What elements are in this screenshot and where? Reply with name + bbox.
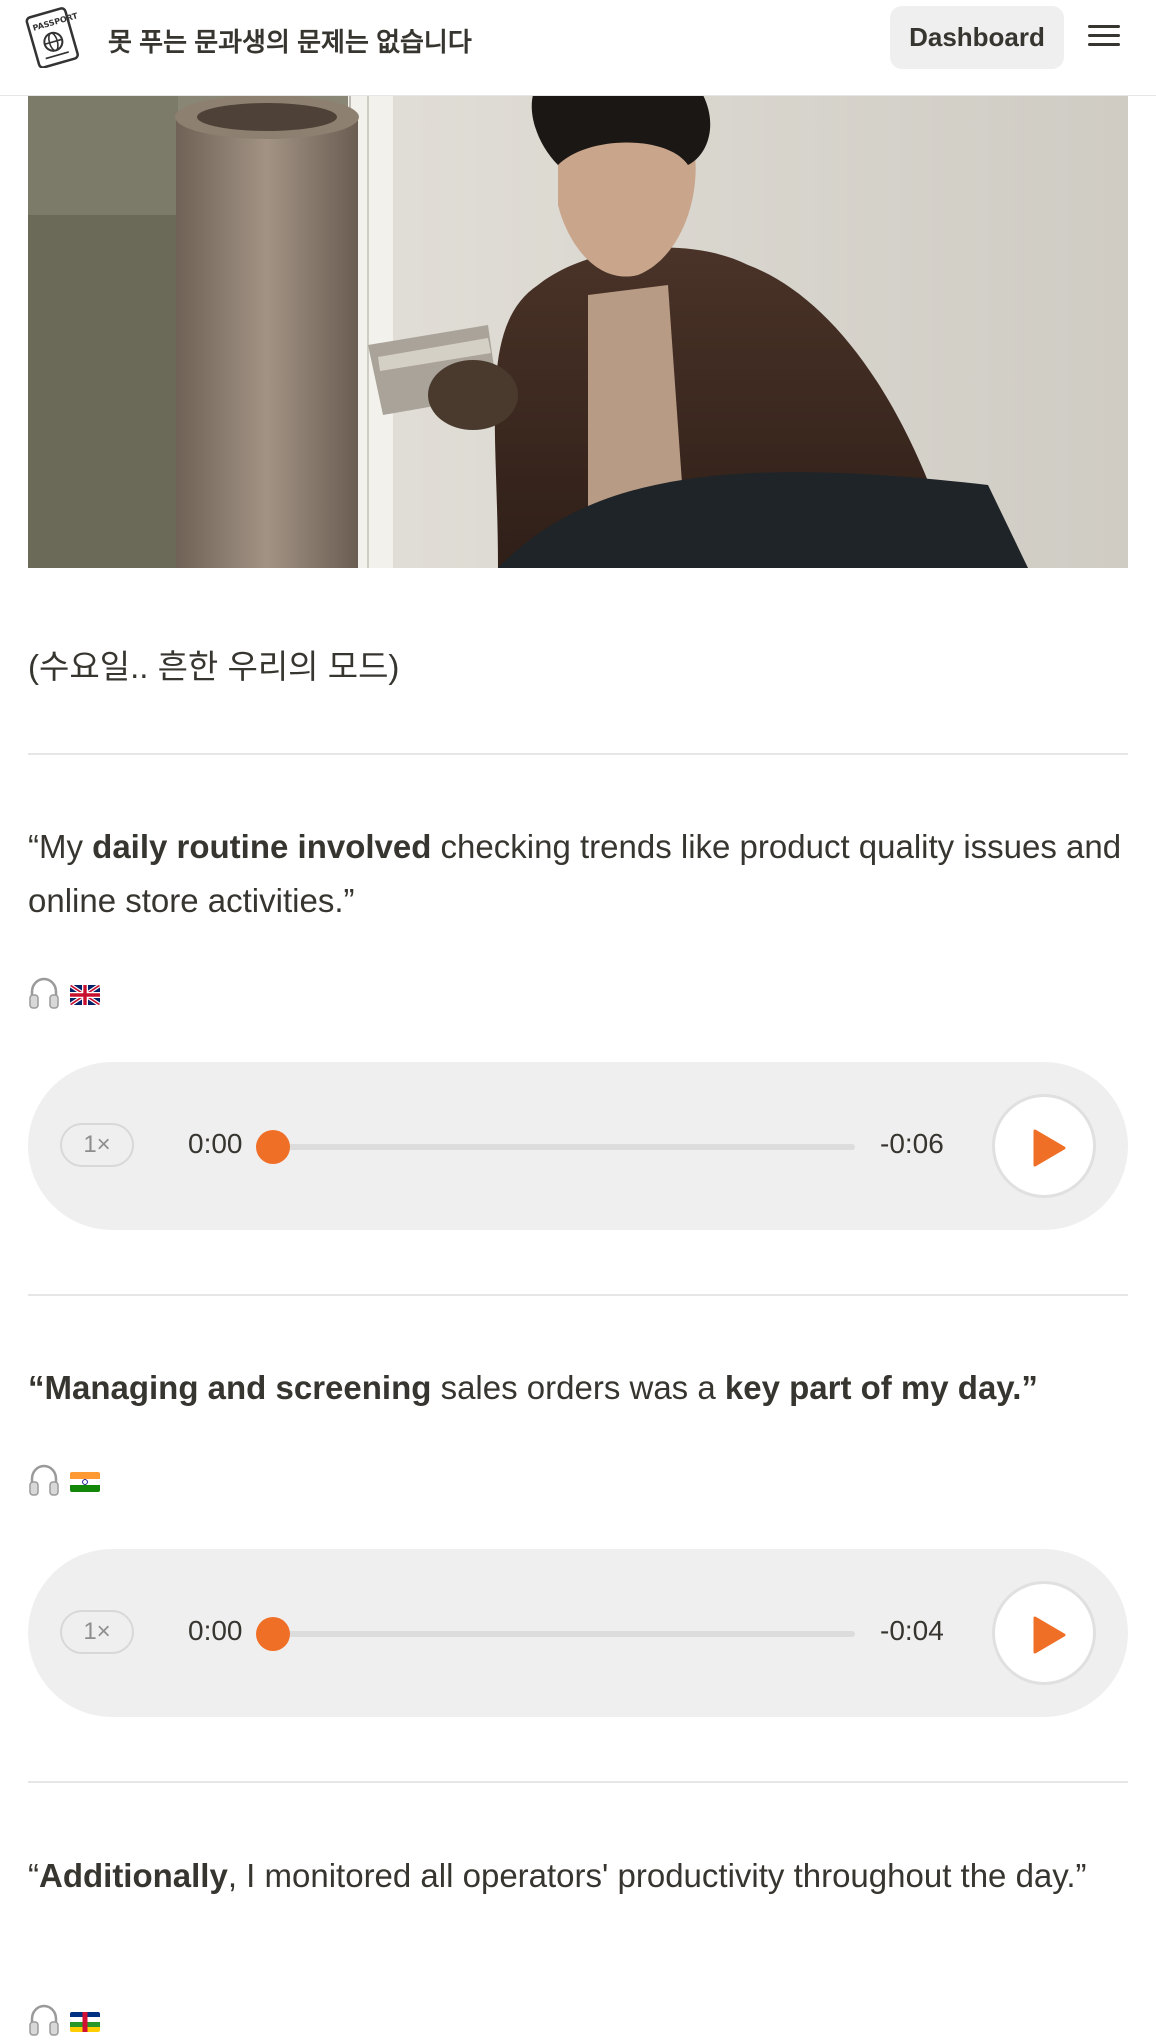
progress-track[interactable] <box>273 1144 855 1150</box>
india-flag-icon <box>70 1472 100 1492</box>
site-title[interactable]: 못 푸는 문과생의 문제는 없습니다 <box>108 22 472 59</box>
audio-meta <box>28 2004 100 2040</box>
audio-player: 1× 0:00 -0:04 <box>28 1549 1128 1717</box>
quote-text: “Additionally, I monitored all operators… <box>28 1857 1087 1894</box>
play-button[interactable] <box>992 1094 1096 1198</box>
divider <box>28 753 1128 755</box>
progress-track[interactable] <box>273 1631 855 1637</box>
remaining-time: -0:04 <box>880 1615 944 1646</box>
audio-meta <box>28 977 100 1013</box>
dashboard-button[interactable]: Dashboard <box>890 6 1064 69</box>
audio-meta <box>28 1464 100 1500</box>
current-time: 0:00 <box>188 1615 243 1646</box>
play-icon <box>1033 1616 1066 1654</box>
progress-knob[interactable] <box>256 1130 290 1164</box>
remaining-time: -0:06 <box>880 1128 944 1159</box>
playback-speed-button[interactable]: 1× <box>60 1123 134 1167</box>
passport-icon[interactable]: PASSPORT <box>22 6 82 69</box>
headphones-icon <box>28 2003 60 2042</box>
audio-player: 1× 0:00 -0:06 <box>28 1062 1128 1230</box>
central-african-republic-flag-icon <box>70 2012 100 2032</box>
headphones-icon <box>28 1463 60 1502</box>
divider <box>28 1781 1128 1783</box>
hamburger-menu-icon[interactable] <box>1088 20 1120 54</box>
playback-speed-button[interactable]: 1× <box>60 1610 134 1654</box>
play-icon <box>1033 1129 1066 1167</box>
top-navigation-bar: PASSPORT 못 푸는 문과생의 문제는 없습니다 Dashboard <box>0 0 1156 96</box>
headphones-icon <box>28 976 60 1015</box>
divider <box>28 1294 1128 1296</box>
uk-flag-icon <box>70 985 100 1005</box>
play-button[interactable] <box>992 1581 1096 1685</box>
progress-knob[interactable] <box>256 1617 290 1651</box>
current-time: 0:00 <box>188 1128 243 1159</box>
quote-text: “My daily routine involved checking tren… <box>28 828 1122 919</box>
quote-text: “Managing and screening sales orders was… <box>28 1369 1038 1406</box>
photo-caption: (수요일.. 흔한 우리의 모드) <box>28 648 400 685</box>
post-photo <box>28 95 1128 568</box>
